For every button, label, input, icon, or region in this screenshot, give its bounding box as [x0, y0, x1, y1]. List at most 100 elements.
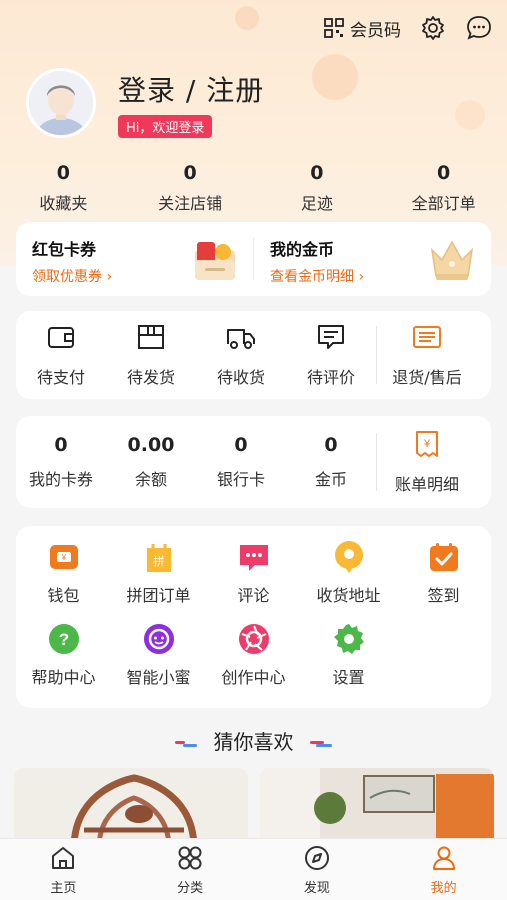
order-pending-receipt[interactable]: 待收货: [196, 322, 286, 388]
service-label: 评论: [237, 586, 270, 605]
avatar[interactable]: [26, 68, 96, 138]
stat-favorites[interactable]: 0 收藏夹: [0, 162, 127, 214]
chat-bubble-icon: [467, 16, 491, 40]
stat-value: 0: [437, 162, 451, 184]
group-order-icon: 拼: [146, 544, 171, 572]
product-image: [14, 768, 248, 848]
top-bar: 会员码: [324, 14, 493, 42]
qrcode-icon: [324, 18, 344, 38]
tab-home[interactable]: 主页: [0, 839, 127, 900]
order-pending-shipment[interactable]: 待发货: [106, 322, 196, 388]
refund-icon: [413, 326, 441, 348]
product-card[interactable]: [260, 768, 494, 848]
wallet-bank-cards[interactable]: 0 银行卡: [196, 434, 286, 490]
member-code-button[interactable]: 会员码: [324, 16, 401, 41]
wallet-balance[interactable]: 0.00 余额: [106, 434, 196, 490]
box-icon: [138, 325, 164, 349]
coupon-coin-card: 红包卡券 领取优惠券 › 我的金币 查看金币明细 ›: [16, 222, 491, 296]
checkin-icon: [429, 543, 458, 571]
wallet-coins[interactable]: 0 金币: [286, 434, 376, 490]
service-group-orders[interactable]: 拼 拼团订单: [111, 540, 206, 622]
wallet-value: 0: [54, 434, 68, 456]
service-label: 拼团订单: [126, 586, 191, 605]
service-label: 签到: [427, 586, 460, 605]
service-settings[interactable]: 设置: [301, 622, 396, 704]
member-code-label: 会员码: [350, 20, 401, 41]
tab-mine[interactable]: 我的: [380, 839, 507, 900]
decor-dash-icon: [175, 740, 198, 747]
my-gold-coins[interactable]: 我的金币 查看金币明细 ›: [254, 222, 491, 296]
stat-label: 关注店铺: [158, 194, 223, 213]
service-comments[interactable]: 评论: [206, 540, 301, 622]
guess-title: 猜你喜欢: [213, 730, 294, 754]
wallet-label: 我的卡券: [28, 470, 93, 489]
profile-section[interactable]: 登录 / 注册 Hi，欢迎登录: [26, 68, 264, 138]
order-label: 待评价: [306, 368, 355, 387]
tab-discover[interactable]: 发现: [254, 839, 381, 900]
wallet-icon: ¥: [49, 545, 78, 569]
order-pending-review[interactable]: 待评价: [286, 322, 376, 388]
aperture-icon: [238, 624, 269, 654]
login-register-title[interactable]: 登录 / 注册: [118, 69, 264, 109]
comment-icon: [318, 325, 344, 349]
guess-you-like-heading: 猜你喜欢: [0, 726, 507, 755]
default-avatar-icon: [29, 71, 93, 135]
assistant-icon: [143, 624, 174, 654]
wallet-value: 0: [234, 434, 248, 456]
stat-footprints[interactable]: 0 足迹: [254, 162, 381, 214]
settings-icon: [333, 624, 364, 654]
bottom-tab-bar: 主页 分类 发现 我的: [0, 838, 507, 900]
compass-icon: [304, 846, 329, 870]
order-label: 退货/售后: [392, 368, 462, 387]
order-pending-payment[interactable]: 待支付: [16, 322, 106, 388]
wallet-icon: [48, 327, 74, 348]
person-icon: [432, 846, 455, 870]
wallet-bill-details[interactable]: ¥ 账单明细: [377, 429, 477, 495]
bill-icon: ¥: [416, 431, 438, 457]
stat-all-orders[interactable]: 0 全部订单: [380, 162, 507, 214]
service-label: 设置: [332, 668, 365, 687]
wallet-label: 银行卡: [216, 470, 265, 489]
svg-text:¥: ¥: [423, 438, 431, 450]
settings-button[interactable]: [419, 14, 447, 42]
red-packet-wallet-icon: [195, 242, 235, 280]
stat-label: 全部订单: [411, 194, 476, 213]
red-packet-coupons[interactable]: 红包卡券 领取优惠券 ›: [16, 222, 253, 296]
service-label: 智能小蜜: [126, 668, 191, 687]
orders-card: 待支付 待发货 待收货 待评价 退货/售后: [16, 311, 491, 399]
service-smart-assistant[interactable]: 智能小蜜: [111, 622, 206, 704]
stat-label: 足迹: [300, 194, 333, 213]
tab-label: 我的: [430, 881, 457, 896]
stat-value: 0: [310, 162, 324, 184]
stat-followed-shops[interactable]: 0 关注店铺: [127, 162, 254, 214]
wallet-value: 0.00: [127, 434, 175, 456]
order-label: 待发货: [126, 368, 175, 387]
crown-icon: [430, 240, 474, 280]
service-label: 创作中心: [221, 668, 286, 687]
service-label: 钱包: [47, 586, 80, 605]
service-help-center[interactable]: ? 帮助中心: [16, 622, 111, 704]
bill-label: 账单明细: [394, 475, 459, 494]
wallet-value: 0: [324, 434, 338, 456]
wallet-my-cards[interactable]: 0 我的卡券: [16, 434, 106, 490]
service-label: 收货地址: [316, 586, 381, 605]
stats-row: 0 收藏夹 0 关注店铺 0 足迹 0 全部订单: [0, 162, 507, 214]
stat-value: 0: [183, 162, 197, 184]
tab-label: 分类: [177, 881, 204, 896]
tab-label: 发现: [303, 881, 330, 896]
svg-text:?: ?: [58, 630, 68, 649]
service-creator-center[interactable]: 创作中心: [206, 622, 301, 704]
messages-button[interactable]: [465, 14, 493, 42]
welcome-badge: Hi，欢迎登录: [118, 114, 213, 138]
wallet-label: 余额: [134, 470, 167, 489]
service-wallet[interactable]: ¥ 钱包: [16, 540, 111, 622]
product-card[interactable]: [14, 768, 248, 848]
service-checkin[interactable]: 签到: [396, 540, 491, 622]
wallet-card: 0 我的卡券 0.00 余额 0 银行卡 0 金币 ¥ 账单明细: [16, 416, 491, 508]
location-icon: [334, 541, 363, 573]
stat-value: 0: [56, 162, 70, 184]
order-returns-aftersales[interactable]: 退货/售后: [377, 322, 477, 388]
service-label: 帮助中心: [31, 668, 96, 687]
tab-categories[interactable]: 分类: [127, 839, 254, 900]
service-address[interactable]: 收货地址: [301, 540, 396, 622]
